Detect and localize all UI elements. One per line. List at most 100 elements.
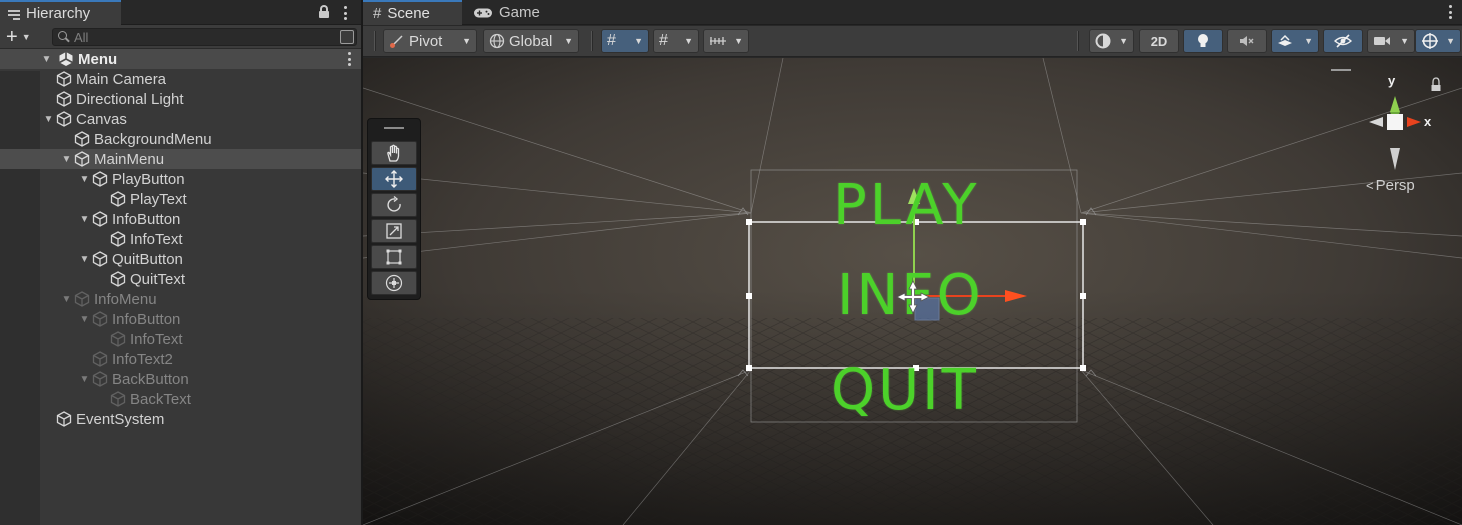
gameobject-cube-icon [92,171,108,187]
gizmo-lock-icon [1432,77,1440,86]
2d-toggle[interactable]: 2D [1139,29,1179,53]
hierarchy-item-label: PlayButton [112,170,185,188]
dropdown-arrow-icon: ▼ [634,36,643,46]
shading-mode-dropdown[interactable]: ▼ [1089,29,1134,53]
rotate-tool-button[interactable] [371,193,417,217]
hierarchy-item-label: QuitButton [112,250,183,268]
ruler-toggle[interactable]: ▼ [703,29,749,53]
gameobject-cube-icon [110,271,126,287]
tab-game[interactable]: Game [463,0,563,25]
pivot-icon [390,35,403,48]
lighting-toggle[interactable] [1183,29,1223,53]
move-tool-button[interactable] [371,167,417,191]
hierarchy-item[interactable]: ▼InfoText2 [0,349,361,369]
gizmo-x-cone[interactable] [1407,117,1421,127]
hand-tool-button[interactable] [371,141,417,165]
gameobject-cube-icon [56,111,72,127]
globe-icon [489,33,505,49]
hierarchy-item[interactable]: ▼Main Camera [0,69,361,89]
toolbar-separator [591,31,593,51]
hierarchy-item[interactable]: ▼EventSystem [0,409,361,429]
camera-dropdown[interactable]: ▼ [1367,29,1415,53]
hierarchy-item[interactable]: ▼ InfoButton [0,209,361,229]
search-filter-icon[interactable] [340,30,354,44]
gizmo-y-cone[interactable] [1390,96,1400,112]
scale-tool-button[interactable] [371,219,417,243]
scene-viewport[interactable]: PLAY INFO QUIT [363,58,1462,525]
scene-menu-icon[interactable] [347,52,351,66]
projection-toggle[interactable]: < Persp [1366,177,1415,194]
gizmo-y-label: y [1388,73,1396,88]
transform-tool-button[interactable] [371,271,417,295]
expand-arrow-icon[interactable]: ▼ [60,154,73,165]
dropdown-arrow-icon: ▼ [1304,36,1313,46]
hierarchy-item[interactable]: ▼ BackButton [0,369,361,389]
dropdown-arrow-icon: ▼ [1119,36,1128,46]
plus-icon: + [6,26,18,48]
effects-dropdown[interactable]: ▼ [1271,29,1319,53]
expand-arrow-icon[interactable]: ▼ [42,114,55,125]
search-input[interactable] [74,29,324,45]
expand-arrow-icon[interactable]: ▼ [78,214,91,225]
gizmo-center-cube[interactable] [1387,114,1403,130]
gameobject-cube-icon [110,391,126,407]
lock-icon[interactable] [318,5,330,19]
dropdown-arrow-icon: ▼ [462,36,471,46]
global-dropdown[interactable]: Global ▼ [483,29,579,53]
persp-arrow-icon: < [1366,178,1374,193]
scene-visibility-toggle[interactable] [1323,29,1363,53]
play-text[interactable]: PLAY [833,178,979,234]
audio-toggle[interactable] [1227,29,1267,53]
hierarchy-toolbar: + ▼ [0,25,361,49]
move-center-handle-icon[interactable] [893,277,933,317]
hierarchy-item[interactable]: ▼ Canvas [0,109,361,129]
gameobject-cube-icon [56,91,72,107]
hierarchy-item[interactable]: ▼ InfoButton [0,309,361,329]
scene-menu-icon[interactable] [1448,5,1452,19]
expand-arrow-icon[interactable]: ▼ [78,174,91,185]
create-button[interactable]: + ▼ [6,27,42,47]
expand-arrow-icon[interactable]: ▼ [40,54,53,65]
tools-palette [367,118,421,300]
gizmos-dropdown[interactable]: ▼ [1415,29,1461,53]
rect-tool-button[interactable] [371,245,417,269]
toolbar-separator [1077,31,1079,51]
hierarchy-item[interactable]: ▼BackText [0,389,361,409]
scene-tab-bar: # Scene Game [363,0,1462,25]
expand-arrow-icon[interactable]: ▼ [78,254,91,265]
shading-sphere-icon [1095,33,1111,49]
hierarchy-item-label: InfoText [130,230,183,248]
pivot-dropdown[interactable]: Pivot ▼ [383,29,477,53]
hierarchy-item[interactable]: ▼InfoText [0,229,361,249]
hierarchy-item[interactable]: ▼ QuitButton [0,249,361,269]
palette-grip[interactable] [384,127,404,129]
expand-arrow-icon[interactable]: ▼ [78,374,91,385]
hierarchy-item[interactable]: ▼ InfoMenu [0,289,361,309]
hierarchy-item[interactable]: ▼ PlayButton [0,169,361,189]
rect-transform-icon [386,249,402,265]
hierarchy-item[interactable]: ▼InfoText [0,329,361,349]
hierarchy-item[interactable]: ▼PlayText [0,189,361,209]
hidden-eye-icon [1334,34,1352,48]
hierarchy-search[interactable] [52,28,357,46]
gizmo-neg-y-cone[interactable] [1390,148,1400,170]
increment-snap-toggle[interactable]: # ▼ [653,29,699,53]
increment-snap-icon: # [659,32,668,49]
hierarchy-item-label: BackgroundMenu [94,130,212,148]
quit-text[interactable]: QUIT [831,363,979,419]
gizmo-neg-x-cone[interactable] [1369,117,1383,127]
gameobject-cube-icon [74,131,90,147]
expand-arrow-icon[interactable]: ▼ [78,314,91,325]
gameobject-cube-icon [110,191,126,207]
hierarchy-tab[interactable]: Hierarchy [0,0,121,25]
scene-row[interactable]: ▼ Menu [0,49,361,69]
hierarchy-item[interactable]: ▼ MainMenu [0,149,361,169]
expand-arrow-icon[interactable]: ▼ [60,294,73,305]
hierarchy-item[interactable]: ▼QuitText [0,269,361,289]
hierarchy-item[interactable]: ▼BackgroundMenu [0,129,361,149]
handle-bar[interactable] [1331,69,1351,71]
grid-snap-toggle[interactable]: # ▼ [601,29,649,53]
hierarchy-menu-icon[interactable] [343,6,347,20]
hierarchy-item[interactable]: ▼Directional Light [0,89,361,109]
tab-scene[interactable]: # Scene [363,0,462,25]
